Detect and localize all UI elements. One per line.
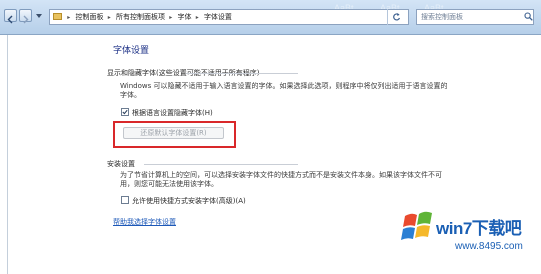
section-heading-install: 安装设置 <box>107 160 135 168</box>
hide-fonts-label[interactable]: 根据语言设置隐藏字体(H) <box>132 108 213 118</box>
section-description: 为了节省计算机上的空间，可以选择安装字体文件的快捷方式而不是安装文件本身。如果该… <box>120 171 442 188</box>
section-divider <box>186 73 298 74</box>
address-bar[interactable]: ▸ 控制面板 ▸ 所有控制面板项 ▸ 字体 ▸ 字体设置 <box>49 9 409 25</box>
history-dropdown-button[interactable] <box>35 9 44 22</box>
breadcrumb-item-control-panel[interactable]: 控制面板 <box>75 13 103 21</box>
back-button[interactable] <box>4 9 17 24</box>
breadcrumb-separator-icon: ▸ <box>169 14 173 21</box>
section-description: Windows 可以隐藏不适用于输入语言设置的字体。如果选择此选项，则程序中将仅… <box>120 82 448 99</box>
breadcrumb-separator-icon: ▸ <box>107 14 111 21</box>
highlight-annotation-box <box>113 121 236 148</box>
refresh-icon <box>393 13 401 21</box>
control-panel-folder-icon <box>53 13 62 20</box>
breadcrumb-item-font-settings[interactable]: 字体设置 <box>204 13 232 21</box>
windows-flag-logo-icon <box>401 211 432 240</box>
help-choose-font-settings-link[interactable]: 帮助我选择字体设置 <box>113 217 176 227</box>
allow-shortcut-install-label[interactable]: 允许使用快捷方式安装字体(高级)(A) <box>132 196 246 206</box>
arrow-left-icon <box>7 15 13 24</box>
breadcrumb-item-all-items[interactable]: 所有控制面板项 <box>116 13 165 21</box>
search-input[interactable]: 搜索控制面板 <box>416 9 534 25</box>
arrow-right-icon <box>23 15 29 24</box>
allow-shortcut-install-checkbox[interactable] <box>121 196 129 204</box>
forward-button[interactable] <box>19 9 32 24</box>
checkmark-icon <box>122 109 128 115</box>
breadcrumb-separator-icon: ▸ <box>67 14 71 21</box>
refresh-button[interactable] <box>387 9 405 25</box>
hide-fonts-checkbox[interactable] <box>121 108 129 116</box>
window-toolbar: AaBt AaBt AaBt ▸ 控制面板 ▸ 所有控制面板项 ▸ 字体 ▸ 字… <box>0 0 541 35</box>
search-icon[interactable] <box>524 12 533 21</box>
page-title: 字体设置 <box>113 46 150 56</box>
section-divider <box>144 164 298 165</box>
site-watermark: win7下载吧 www.8495.com <box>399 202 541 274</box>
watermark-brand: win7下载吧 <box>436 219 522 238</box>
watermark-url: www.8495.com <box>455 241 523 252</box>
breadcrumb-separator-icon: ▸ <box>195 14 199 21</box>
breadcrumb-item-fonts[interactable]: 字体 <box>177 13 191 21</box>
